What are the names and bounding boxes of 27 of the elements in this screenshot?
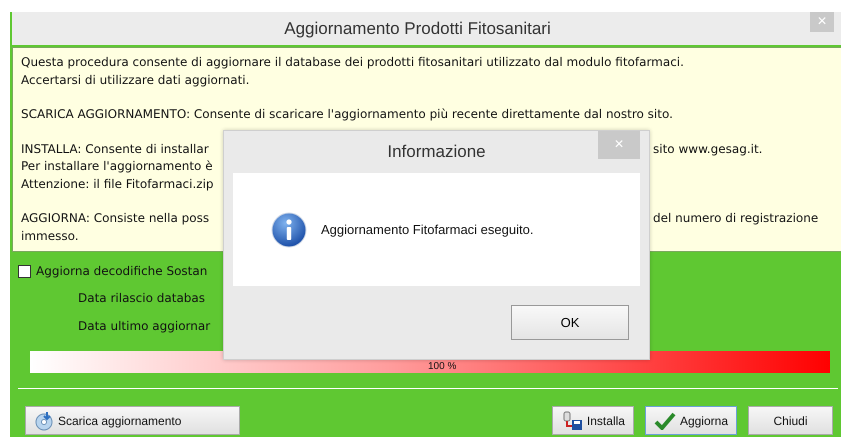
- checkbox-label: Aggiorna decodifiche Sostan: [36, 264, 208, 278]
- window-title: Aggiornamento Prodotti Fitosanitari: [284, 18, 551, 38]
- check-icon: [654, 412, 676, 430]
- info-text: sito www.gesag.it.: [653, 140, 764, 158]
- update-button[interactable]: Aggiorna: [644, 406, 737, 435]
- info-text: Questa procedura consente di aggiornare il database dei prodotti fitosanitari utilizzato dal modulo fitofarmaci.: [21, 54, 684, 71]
- info-text: Accertarsi di utilizzare dati aggiornati.: [21, 72, 250, 88]
- progress-label: 100 %: [428, 361, 456, 373]
- info-text: Per installare l'aggiornamento è: [21, 158, 213, 175]
- install-icon: [560, 410, 583, 430]
- date-label: Data rilascio databas: [78, 290, 206, 307]
- info-text: INSTALLA: Consente di installar: [21, 140, 209, 158]
- dialog-title: Informazione: [387, 142, 486, 162]
- info-icon: [271, 212, 307, 248]
- info-text: AGGIORNA: Consiste nella poss: [21, 210, 210, 227]
- info-text: SCARICA AGGIORNAMENTO: Consente di scaricare l'aggiornamento più recente direttamente dal nostro sito.: [21, 106, 673, 123]
- download-button[interactable]: Scarica aggiornamento: [25, 406, 240, 435]
- ok-button[interactable]: OK: [511, 305, 629, 340]
- disc-icon: [34, 410, 54, 430]
- checkbox[interactable]: [18, 264, 31, 278]
- close-button[interactable]: Chiudi: [748, 406, 833, 435]
- info-text: Attenzione: il file Fitofarmaci.zip: [21, 176, 214, 192]
- install-button[interactable]: Installa: [552, 406, 634, 435]
- info-text: immesso.: [21, 228, 79, 244]
- dialog-message: Aggiornamento Fitofarmaci eseguito.: [321, 222, 534, 237]
- info-text: del numero di registrazione: [653, 210, 820, 227]
- date-label: Data ultimo aggiornar: [78, 318, 210, 335]
